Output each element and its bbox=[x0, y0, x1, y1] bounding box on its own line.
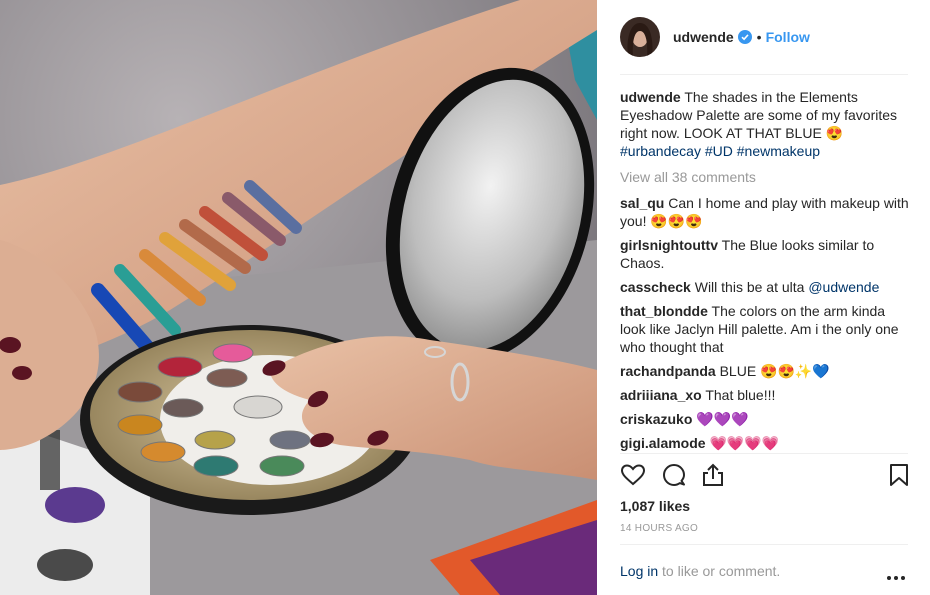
comment-icon[interactable] bbox=[661, 462, 687, 488]
like-count[interactable]: 1,087 likes bbox=[620, 498, 690, 514]
login-prompt-text: to like or comment. bbox=[658, 563, 781, 579]
comment-text: Will this be at ulta bbox=[694, 279, 805, 295]
comments-section: udwende The shades in the Elements Eyesh… bbox=[620, 88, 910, 458]
login-link[interactable]: Log in bbox=[620, 563, 658, 579]
hashtag-link[interactable]: #urbandecay bbox=[620, 143, 701, 159]
palette-photo-image bbox=[0, 0, 597, 595]
mention-link[interactable]: @udwende bbox=[808, 279, 879, 295]
verified-badge-icon bbox=[737, 30, 752, 44]
share-icon[interactable] bbox=[700, 462, 726, 488]
more-options-icon[interactable] bbox=[886, 568, 906, 580]
comment-item: girlsnightouttv The Blue looks similar t… bbox=[620, 236, 910, 272]
actions-divider bbox=[620, 453, 908, 454]
comment-item: adriiiana_xo That blue!!! bbox=[620, 386, 910, 404]
comment-text: That blue!!! bbox=[705, 387, 776, 403]
comment-username[interactable]: gigi.alamode bbox=[620, 435, 706, 451]
post-photo[interactable] bbox=[0, 0, 597, 595]
post-username[interactable]: udwende bbox=[673, 29, 734, 45]
caption-username[interactable]: udwende bbox=[620, 89, 681, 105]
comment-item: gigi.alamode 💗💗💗💗 bbox=[620, 434, 910, 452]
comment-item: that_blondde The colors on the arm kinda… bbox=[620, 302, 910, 356]
hashtag-link[interactable]: #newmakeup bbox=[737, 143, 820, 159]
comment-item: criskazuko 💜💜💜 bbox=[620, 410, 910, 428]
post-header: udwende • Follow bbox=[620, 16, 910, 58]
comment-username[interactable]: casscheck bbox=[620, 279, 691, 295]
hashtag-link[interactable]: #UD bbox=[705, 143, 733, 159]
comment-username[interactable]: adriiiana_xo bbox=[620, 387, 702, 403]
header-divider bbox=[620, 74, 908, 75]
comment-username[interactable]: girlsnightouttv bbox=[620, 237, 718, 253]
comment-text: Can I home and play with makeup with you… bbox=[620, 195, 909, 229]
login-prompt: Log in to like or comment. bbox=[620, 563, 780, 579]
caption: udwende The shades in the Elements Eyesh… bbox=[620, 88, 910, 160]
view-all-comments-link[interactable]: View all 38 comments bbox=[620, 168, 910, 186]
avatar[interactable] bbox=[620, 17, 660, 57]
action-bar bbox=[620, 462, 910, 490]
comment-item: casscheck Will this be at ulta @udwende bbox=[620, 278, 910, 296]
comment-username[interactable]: sal_qu bbox=[620, 195, 664, 211]
comment-item: rachandpanda BLUE 😍😍✨💙 bbox=[620, 362, 910, 380]
post-timestamp: 14 HOURS AGO bbox=[620, 523, 699, 534]
post-side-panel: udwende • Follow udwende The shades in t… bbox=[598, 0, 930, 595]
comment-username[interactable]: criskazuko bbox=[620, 411, 692, 427]
follow-button[interactable]: Follow bbox=[766, 29, 810, 45]
comment-username[interactable]: rachandpanda bbox=[620, 363, 716, 379]
comment-text: 💗💗💗💗 bbox=[709, 435, 780, 451]
bookmark-icon[interactable] bbox=[886, 462, 912, 488]
comment-text: 💜💜💜 bbox=[696, 411, 749, 427]
heart-icon[interactable] bbox=[620, 462, 646, 488]
footer-divider bbox=[620, 544, 908, 545]
comment-text: BLUE 😍😍✨💙 bbox=[719, 363, 830, 379]
separator-dot: • bbox=[756, 29, 762, 45]
comment-item: sal_qu Can I home and play with makeup w… bbox=[620, 194, 910, 230]
comment-username[interactable]: that_blondde bbox=[620, 303, 708, 319]
